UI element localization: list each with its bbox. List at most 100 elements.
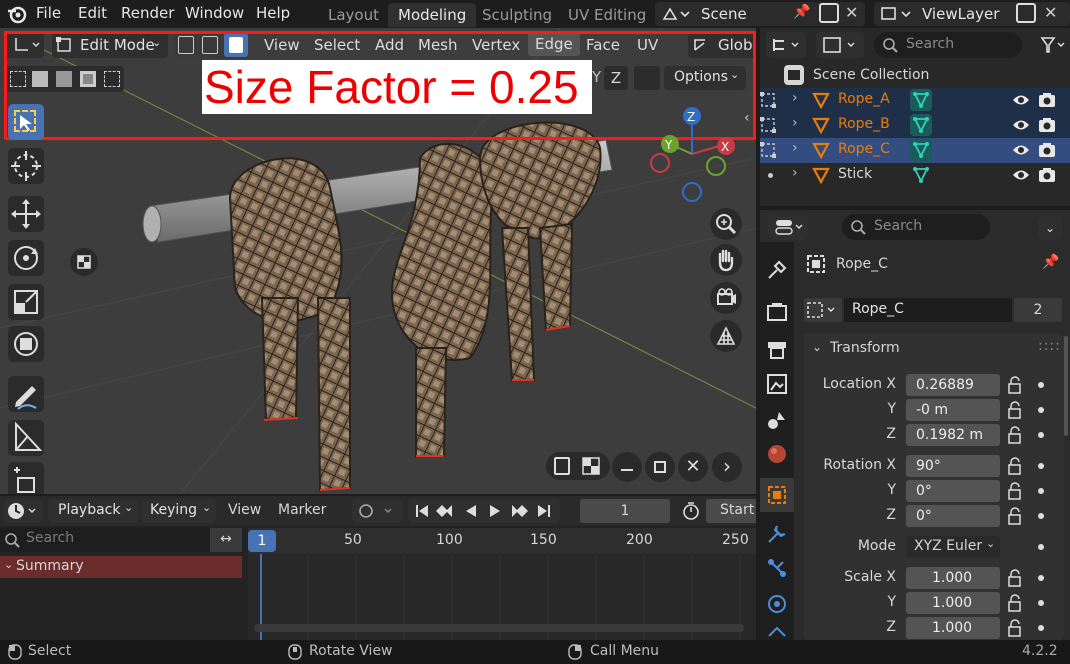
tool-move[interactable] [8,196,44,232]
checker-icon[interactable] [582,457,600,475]
object-tab[interactable] [760,478,794,512]
lock-icon[interactable] [1006,401,1024,423]
lock-icon[interactable] [1006,376,1024,398]
keying-menu[interactable]: Keying ⌄ [142,499,216,523]
prev-keyframe-icon[interactable] [436,505,452,517]
checker-toggle-icon[interactable] [70,248,98,276]
properties-options-chevron-icon[interactable]: ⌄ [1038,216,1062,240]
menu-edge[interactable]: Edge [528,32,580,56]
object-select-indicator-icon[interactable] [760,117,778,133]
outliner-row[interactable]: › Stick [760,163,1070,188]
drag-handle-icon[interactable]: :::: [1038,338,1061,354]
camera-render-icon[interactable] [1038,142,1056,158]
navigation-gizmo[interactable]: Z X Y [646,106,740,206]
channel-search-input[interactable]: Search ↔ [0,528,242,552]
minimize-icon[interactable] [612,452,642,482]
outliner-row[interactable]: › Rope_C [760,138,1070,163]
sidebar-toggle-icon[interactable]: ‹ [744,110,750,126]
scale-y-field[interactable]: 1.000 [906,592,1000,614]
lock-icon[interactable] [1006,507,1024,529]
select-subtract-icon[interactable] [56,71,72,87]
keyframe-dot-icon[interactable] [1038,407,1044,413]
filter-icon[interactable] [1040,36,1066,54]
tool-select-box[interactable] [8,104,44,140]
tab-modeling[interactable]: Modeling [388,3,477,27]
vertex-select-icon[interactable] [178,36,194,54]
outliner-row[interactable]: › Rope_A [760,88,1070,113]
timeline-editor-type[interactable] [4,499,42,523]
tool-transform[interactable] [8,326,44,362]
face-select-icon[interactable] [224,33,248,57]
rotation-mode-select[interactable]: XYZ Euler ⌄ [906,536,1000,558]
edge-select-icon[interactable] [202,36,218,54]
clipboard-icon[interactable] [554,457,570,475]
object-name-field[interactable]: Rope_C [844,298,1012,322]
mesh-data-icon[interactable] [910,164,932,186]
auto-key-button[interactable] [352,499,402,523]
location-x-field[interactable]: 0.26889 [906,374,1000,396]
scale-x-field[interactable]: 1.000 [906,567,1000,589]
keyframe-dot-icon[interactable] [1038,625,1044,631]
playback-menu[interactable]: Playback ⌄ [48,499,138,523]
eye-icon[interactable] [1012,118,1030,132]
menu-select[interactable]: Select [314,36,360,54]
timeline-view-menu[interactable]: View [228,502,261,518]
scene-collection-row[interactable]: Scene Collection [760,64,1070,89]
close-view-layer-icon[interactable]: ✕ [1044,3,1057,22]
menu-vertex[interactable]: Vertex [472,36,520,54]
keyframe-dot-icon[interactable] [1038,513,1044,519]
location-y-field[interactable]: -0 m [906,399,1000,421]
transform-title[interactable]: Transform [830,340,900,356]
keyframe-dot-icon[interactable] [1038,432,1044,438]
mirror-options-icon[interactable] [634,66,660,90]
close-icon[interactable]: ✕ [845,3,858,22]
lock-icon[interactable] [1006,426,1024,448]
play-reverse-icon[interactable] [466,505,476,517]
camera-render-icon[interactable] [1038,92,1056,108]
camera-view-button[interactable] [710,282,742,314]
tab-sculpting[interactable]: Sculpting [472,3,562,27]
tool-measure[interactable] [8,420,44,456]
tab-layout[interactable]: Layout [318,3,389,27]
dopesheet-area[interactable]: 1 50 100 150 200 250 [248,528,756,640]
constraints-tab-icon[interactable] [765,626,789,640]
menu-mesh[interactable]: Mesh [418,36,458,54]
keyframe-dot-icon[interactable] [1038,600,1044,606]
view-layer-selector[interactable]: ViewLayer ✕ [874,2,1070,26]
select-extend-icon[interactable] [32,71,48,87]
chevron-right-icon[interactable]: › [712,452,742,482]
start-frame-field[interactable]: Start [706,499,756,523]
location-z-field[interactable]: 0.1982 m [906,424,1000,446]
mesh-data-icon[interactable] [910,114,932,136]
zoom-button[interactable] [710,208,742,240]
close-viewport-icon[interactable]: ✕ [678,452,708,482]
camera-render-icon[interactable] [1038,117,1056,133]
menu-face[interactable]: Face [586,36,620,54]
menu-file[interactable]: File [36,4,61,22]
mesh-data-icon[interactable] [910,139,932,161]
menu-window[interactable]: Window [185,4,244,22]
new-view-layer-icon[interactable] [1016,3,1036,23]
expand-chevron-icon[interactable]: › [792,115,798,131]
object-select-indicator-icon[interactable] [760,167,778,183]
timeline-marker-menu[interactable]: Marker [278,502,326,518]
timeline-scrollbar[interactable] [254,624,744,632]
axis-y-toggle[interactable]: Y [592,68,601,86]
keyframe-dot-icon[interactable] [1038,488,1044,494]
eye-icon[interactable] [1012,93,1030,107]
rotation-y-field[interactable]: 0° [906,480,1000,502]
object-select-indicator-icon[interactable] [760,142,778,158]
keyframe-dot-icon[interactable] [1038,382,1044,388]
menu-uv[interactable]: UV [637,36,658,54]
play-icon[interactable] [490,505,500,517]
menu-view[interactable]: View [264,36,300,54]
properties-scrollbar[interactable] [1064,336,1068,436]
current-frame-field[interactable]: 1 [580,499,670,523]
jump-end-icon[interactable] [538,505,550,517]
outliner-search-input[interactable]: Search [874,32,1022,58]
camera-render-icon[interactable] [1038,167,1056,183]
collapse-chevron-icon[interactable]: ⌄ [812,340,822,354]
rotation-z-field[interactable]: 0° [906,505,1000,527]
summary-channel[interactable]: ⌄ Summary [0,556,242,578]
tool-cursor[interactable] [8,148,44,184]
